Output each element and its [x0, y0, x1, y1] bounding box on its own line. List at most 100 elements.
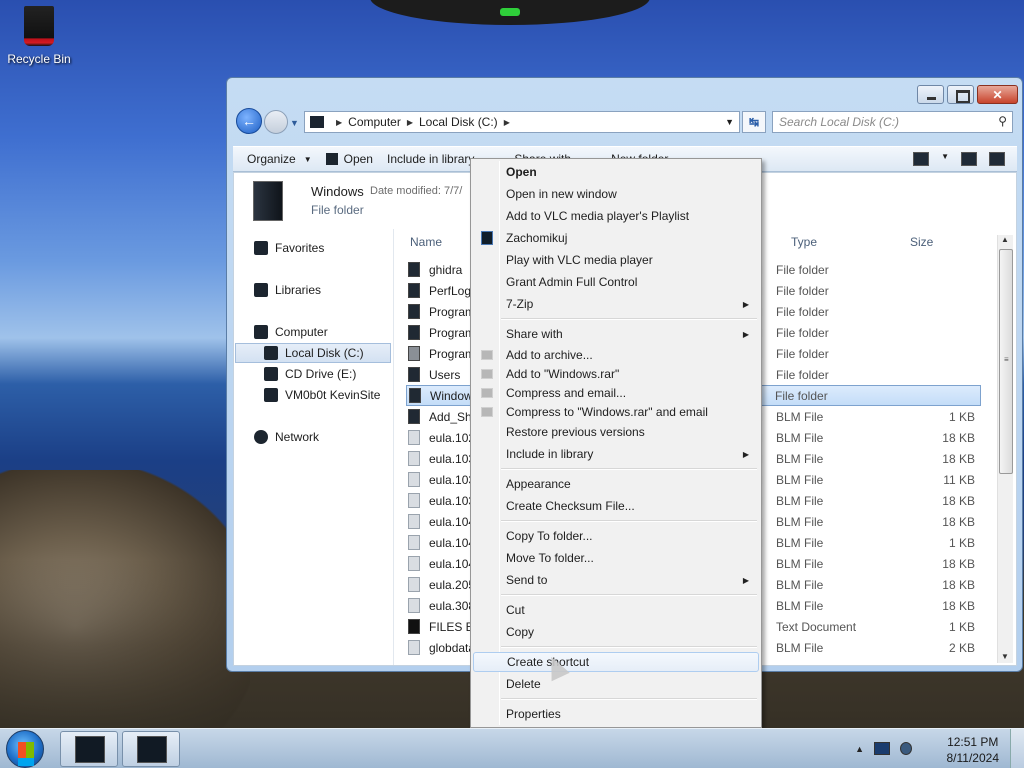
- preview-pane-icon[interactable]: [961, 152, 977, 166]
- menu-label: Copy: [506, 625, 535, 639]
- menu-item-compress-rar-email[interactable]: Compress to "Windows.rar" and email: [473, 402, 759, 422]
- nav-label: Favorites: [275, 241, 325, 255]
- close-button[interactable]: ✕: [977, 85, 1018, 104]
- menu-item-copy[interactable]: Copy: [473, 622, 759, 642]
- details-modified: Date modified: 7/7/: [370, 185, 463, 197]
- network-tray-icon[interactable]: [874, 742, 890, 755]
- nav-item-computer[interactable]: Computer: [254, 323, 328, 341]
- nav-item-cd-drive[interactable]: CD Drive (E:): [264, 365, 356, 383]
- back-button[interactable]: ←: [236, 108, 262, 134]
- windows-logo-icon: [18, 742, 34, 758]
- menu-label: Cut: [506, 603, 525, 617]
- chevron-right-icon[interactable]: ▶: [407, 118, 413, 127]
- clock-date: 8/11/2024: [946, 751, 1000, 765]
- menu-item-cut[interactable]: Cut: [473, 600, 759, 620]
- address-dropdown-icon[interactable]: ▼: [725, 117, 734, 127]
- include-in-library-button[interactable]: Include in library: [387, 152, 474, 166]
- search-icon[interactable]: ⚲: [998, 114, 1007, 128]
- address-bar[interactable]: ▶ Computer ▶ Local Disk (C:) ▶ ▼: [304, 111, 740, 133]
- menu-item-compress-email[interactable]: Compress and email...: [473, 383, 759, 403]
- row-type: File folder: [776, 304, 829, 319]
- row-type: BLM File: [776, 640, 824, 655]
- winrar-icon: [481, 350, 493, 360]
- menu-label: 7-Zip: [506, 297, 534, 311]
- submenu-arrow-icon: ▶: [742, 449, 749, 459]
- taskbar-app-explorer[interactable]: [122, 731, 180, 767]
- search-input[interactable]: Search Local Disk (C:) ⚲: [772, 111, 1013, 133]
- row-size: 1 KB: [948, 409, 975, 424]
- clock[interactable]: 12:51 PM 8/11/2024: [947, 734, 1000, 766]
- menu-separator: [501, 318, 757, 320]
- row-type: BLM File: [776, 493, 824, 508]
- nav-item-local-disk[interactable]: Local Disk (C:): [264, 344, 364, 362]
- recent-pages-dropdown[interactable]: ▼: [290, 118, 299, 128]
- column-header-type[interactable]: Type: [791, 235, 817, 249]
- maximize-button[interactable]: [947, 85, 974, 104]
- minimize-button[interactable]: [917, 85, 944, 104]
- forward-button[interactable]: [264, 110, 288, 134]
- menu-item-appearance[interactable]: Appearance: [473, 474, 759, 494]
- recycle-bin-icon: [24, 6, 54, 46]
- file-icon: [408, 451, 420, 466]
- breadcrumb-computer[interactable]: Computer: [348, 115, 401, 129]
- taskbar: ▲ 12:51 PM 8/11/2024: [0, 728, 1024, 768]
- menu-item-7zip[interactable]: 7-Zip ▶: [473, 294, 759, 314]
- close-icon: ✕: [992, 88, 1003, 102]
- organize-button[interactable]: Organize ▼: [247, 152, 312, 166]
- vertical-scrollbar[interactable]: ▲ ≡ ▼: [997, 235, 1013, 663]
- change-view-icon[interactable]: [913, 152, 930, 166]
- row-type: BLM File: [776, 514, 824, 529]
- desktop-icon-recycle-bin[interactable]: Recycle Bin: [6, 6, 72, 66]
- breadcrumb-local-disk[interactable]: Local Disk (C:): [419, 115, 498, 129]
- scroll-down-icon[interactable]: ▼: [1001, 652, 1009, 661]
- nav-item-network[interactable]: Network: [254, 428, 319, 446]
- menu-item-create-shortcut[interactable]: Create shortcut: [473, 652, 759, 672]
- menu-item-include-library[interactable]: Include in library ▶: [473, 444, 759, 464]
- row-type: BLM File: [776, 472, 824, 487]
- scroll-up-icon[interactable]: ▲: [1001, 235, 1009, 244]
- row-type: BLM File: [776, 451, 824, 466]
- menu-item-copy-to-folder[interactable]: Copy To folder...: [473, 526, 759, 546]
- menu-item-play-vlc[interactable]: Play with VLC media player: [473, 250, 759, 270]
- menu-item-grant-admin[interactable]: Grant Admin Full Control: [473, 272, 759, 292]
- volume-tray-icon[interactable]: [900, 742, 912, 755]
- show-desktop-button[interactable]: [1010, 729, 1024, 768]
- menu-label: Add to archive...: [506, 348, 593, 362]
- nav-item-favorites[interactable]: Favorites: [254, 239, 324, 257]
- menu-label: Properties: [506, 707, 561, 721]
- menu-item-move-to-folder[interactable]: Move To folder...: [473, 548, 759, 568]
- chevron-down-icon[interactable]: ▼: [941, 152, 949, 166]
- tray-expand-icon[interactable]: ▲: [855, 744, 864, 754]
- row-size: 18 KB: [942, 577, 975, 592]
- chevron-right-icon[interactable]: ▶: [504, 118, 510, 127]
- open-button[interactable]: Open: [325, 152, 373, 166]
- menu-item-open[interactable]: Open: [473, 162, 759, 182]
- menu-item-vlc-playlist[interactable]: Add to VLC media player's Playlist: [473, 206, 759, 226]
- menu-label: Send to: [506, 573, 548, 587]
- menu-item-restore-versions[interactable]: Restore previous versions: [473, 422, 759, 442]
- scrollbar-thumb[interactable]: ≡: [999, 249, 1013, 474]
- menu-item-open-new-window[interactable]: Open in new window: [473, 184, 759, 204]
- grip-icon: ≡: [1004, 355, 1009, 364]
- menu-item-create-checksum[interactable]: Create Checksum File...: [473, 496, 759, 516]
- nav-item-site[interactable]: VM0b0t KevinSite: [264, 386, 380, 404]
- help-icon[interactable]: [989, 152, 1005, 166]
- column-header-size[interactable]: Size: [910, 235, 933, 249]
- menu-item-properties[interactable]: Properties: [473, 704, 759, 724]
- navigation-pane: Favorites Libraries Computer Local Disk …: [234, 229, 394, 665]
- menu-separator: [501, 520, 757, 522]
- refresh-button[interactable]: ↹: [742, 111, 766, 133]
- menu-item-delete[interactable]: Delete: [473, 674, 759, 694]
- nav-item-libraries[interactable]: Libraries: [254, 281, 321, 299]
- top-gadget: [370, 0, 650, 25]
- column-header-name[interactable]: Name: [410, 235, 442, 249]
- menu-item-share-with[interactable]: Share with ▶: [473, 324, 759, 344]
- computer-icon: [254, 325, 268, 339]
- menu-item-add-rar[interactable]: Add to "Windows.rar": [473, 364, 759, 384]
- chevron-right-icon[interactable]: ▶: [336, 118, 342, 127]
- taskbar-app-monitor[interactable]: [60, 731, 118, 767]
- menu-item-add-archive[interactable]: Add to archive...: [473, 345, 759, 365]
- menu-item-zachomikuj[interactable]: Zachomikuj: [473, 228, 759, 248]
- menu-item-send-to[interactable]: Send to ▶: [473, 570, 759, 590]
- start-button[interactable]: [6, 730, 44, 768]
